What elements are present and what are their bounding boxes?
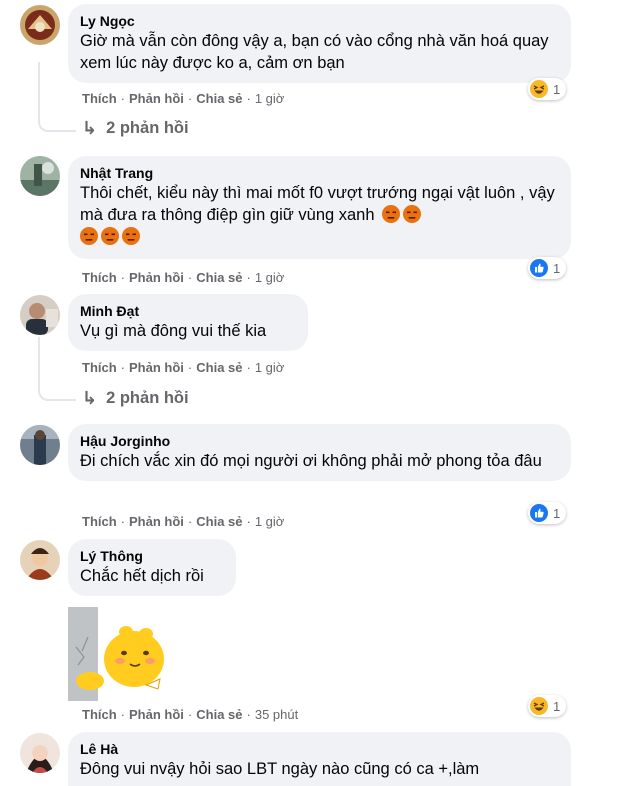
angry-emoji-icon xyxy=(101,227,119,245)
angry-emoji-icon xyxy=(382,205,401,223)
reaction-count: 1 xyxy=(553,505,561,521)
comment-bubble: Lý Thông Chắc hết dịch rồi xyxy=(68,539,236,596)
share-link[interactable]: Chia sẻ xyxy=(196,91,242,106)
comment-actions: Thích · Phản hồi · Chia sẻ · 1 giờ xyxy=(82,360,285,375)
comment-author[interactable]: Hậu Jorginho xyxy=(80,432,559,450)
comment-time[interactable]: 1 giờ xyxy=(255,91,285,106)
comment-actions: Thích · Phản hồi · Chia sẻ · 1 giờ xyxy=(82,91,285,106)
comment-bubble: Minh Đạt Vụ gì mà đông vui thế kia xyxy=(68,294,308,351)
comment-text: Giờ mà vẫn còn đông vậy a, bạn có vào cổ… xyxy=(80,32,549,72)
haha-icon xyxy=(530,80,548,98)
comment-author[interactable]: Minh Đạt xyxy=(80,302,296,320)
angry-emoji-icon xyxy=(403,205,422,223)
reply-arrow-icon: ↳ xyxy=(82,118,98,138)
comment-author[interactable]: Ly Ngọc xyxy=(80,12,559,30)
like-link[interactable]: Thích xyxy=(82,91,117,106)
like-icon xyxy=(530,504,548,522)
reply-link[interactable]: Phản hồi xyxy=(129,707,184,722)
comment-text: Đi chích vắc xin đó mọi người ơi không p… xyxy=(80,452,542,470)
reaction-count: 1 xyxy=(553,81,561,97)
comment-author[interactable]: Lê Hà xyxy=(80,740,559,758)
like-link[interactable]: Thích xyxy=(82,514,117,529)
like-link[interactable]: Thích xyxy=(82,270,117,285)
comment-bubble: Ly Ngọc Giờ mà vẫn còn đông vậy a, bạn c… xyxy=(68,4,571,83)
comment-bubble: Lê Hà Đông vui nvậy hỏi sao LBT ngày nào… xyxy=(68,732,571,786)
share-link[interactable]: Chia sẻ xyxy=(196,514,242,529)
like-link[interactable]: Thích xyxy=(82,360,117,375)
comment-text: Chắc hết dịch rồi xyxy=(80,567,204,585)
angry-emoji-icon xyxy=(122,227,140,245)
comment-text: Đông vui nvậy hỏi sao LBT ngày nào cũng … xyxy=(80,760,480,778)
reaction-badge[interactable]: 1 xyxy=(528,695,567,717)
reply-arrow-icon: ↳ xyxy=(82,388,98,408)
comment-text: Vụ gì mà đông vui thế kia xyxy=(80,322,267,340)
comment-actions: Thích · Phản hồi · Chia sẻ · 35 phút xyxy=(82,707,299,722)
reaction-badge[interactable]: 1 xyxy=(528,78,567,100)
reaction-badge[interactable]: 1 xyxy=(528,502,567,524)
share-link[interactable]: Chia sẻ xyxy=(196,707,242,722)
reaction-count: 1 xyxy=(553,260,561,276)
reaction-count: 1 xyxy=(553,698,561,714)
avatar[interactable] xyxy=(20,156,60,196)
reply-link[interactable]: Phản hồi xyxy=(129,91,184,106)
comment-time[interactable]: 1 giờ xyxy=(255,514,285,529)
comment-actions: Thích · Phản hồi · Chia sẻ · 1 giờ xyxy=(82,270,285,285)
avatar[interactable] xyxy=(20,733,60,773)
reply-thread-line xyxy=(38,337,76,401)
reply-link[interactable]: Phản hồi xyxy=(129,514,184,529)
like-icon xyxy=(530,259,548,277)
comment-time[interactable]: 1 giờ xyxy=(255,360,285,375)
share-link[interactable]: Chia sẻ xyxy=(196,360,242,375)
view-replies-link[interactable]: ↳ 2 phản hồi xyxy=(82,388,189,409)
avatar[interactable] xyxy=(20,5,60,45)
comment-bubble: Hậu Jorginho Đi chích vắc xin đó mọi ngư… xyxy=(68,424,571,481)
avatar[interactable] xyxy=(20,295,60,335)
sticker-image[interactable] xyxy=(68,607,166,701)
comment-bubble: Nhật Trang Thôi chết, kiểu này thì mai m… xyxy=(68,156,571,259)
like-link[interactable]: Thích xyxy=(82,707,117,722)
comment-text: Thôi chết, kiểu này thì mai mốt f0 vượt … xyxy=(80,182,559,248)
share-link[interactable]: Chia sẻ xyxy=(196,270,242,285)
comment-author[interactable]: Nhật Trang xyxy=(80,164,559,182)
avatar[interactable] xyxy=(20,425,60,465)
haha-icon xyxy=(530,697,548,715)
view-replies-link[interactable]: ↳ 2 phản hồi xyxy=(82,118,189,139)
angry-emoji-icon xyxy=(80,227,98,245)
comment-author[interactable]: Lý Thông xyxy=(80,547,224,565)
reply-link[interactable]: Phản hồi xyxy=(129,270,184,285)
comment-time[interactable]: 1 giờ xyxy=(255,270,285,285)
reaction-badge[interactable]: 1 xyxy=(528,257,567,279)
avatar[interactable] xyxy=(20,540,60,580)
reply-link[interactable]: Phản hồi xyxy=(129,360,184,375)
comment-actions: Thích · Phản hồi · Chia sẻ · 1 giờ xyxy=(82,514,285,529)
comment-time[interactable]: 35 phút xyxy=(255,707,298,722)
